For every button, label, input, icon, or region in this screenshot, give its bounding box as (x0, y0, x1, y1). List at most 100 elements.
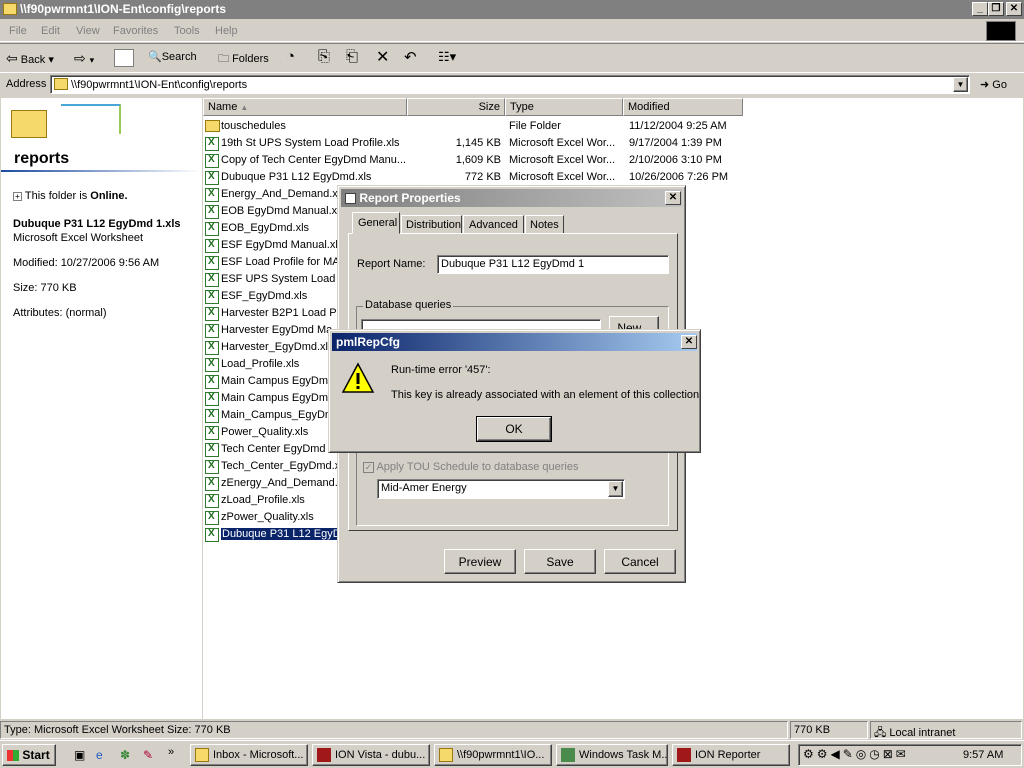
file-row[interactable]: 19th St UPS System Load Profile.xls 1,145… (203, 135, 1023, 152)
tray-icons[interactable]: ⚙⚙◀✎◎◷⊠✉ (803, 747, 909, 761)
search-button[interactable]: 🔍Search (148, 50, 197, 63)
undo-icon[interactable]: ↶ (404, 48, 417, 66)
excel-file-icon (205, 460, 219, 474)
task-ion-vista[interactable]: ION Vista - dubu... (312, 744, 430, 766)
error-dialog-title: pmlRepCfg (336, 335, 400, 349)
folder-icon (439, 748, 453, 762)
task-explorer[interactable]: \\f90pwrmnt1\IO... (434, 744, 552, 766)
copy-to-icon[interactable]: ⎗ (346, 48, 358, 65)
file-row[interactable]: touschedules File Folder 11/12/2004 9:25 A… (203, 118, 1023, 135)
file-name: Main_Campus_EgyDm (221, 409, 335, 421)
report-name-label: Report Name: (357, 258, 426, 270)
decorative-squares (61, 104, 121, 134)
excel-file-icon (205, 341, 219, 355)
folders-button[interactable]: 🗀 Folders (218, 50, 269, 69)
file-name: ESF_EgyDmd.xls (221, 290, 308, 302)
folders-icon: 🗀 (218, 53, 229, 65)
address-input[interactable]: \\f90pwrmnt1\ION-Ent\config\reports ▼ (50, 75, 970, 94)
excel-file-icon (205, 409, 219, 423)
column-header-type[interactable]: Type (505, 98, 623, 116)
file-name: 19th St UPS System Load Profile.xls (221, 137, 400, 149)
show-desktop-icon[interactable]: ▣ (74, 748, 85, 762)
chevron-down-icon[interactable]: ▼ (608, 481, 623, 497)
file-name: EOB_EgyDmd.xls (221, 222, 310, 234)
error-dialog-title-bar[interactable]: pmlRepCfg (332, 333, 697, 351)
app-quicklaunch-icon[interactable]: ✽ (120, 748, 130, 762)
delete-icon[interactable]: ✕ (376, 47, 389, 67)
ok-button[interactable]: OK (476, 416, 552, 442)
file-modified: 10/26/2006 7:26 PM (629, 171, 729, 183)
more-chevron-icon[interactable]: » (168, 746, 174, 758)
cancel-button[interactable]: Cancel (604, 549, 676, 574)
selected-file-name: Dubuque P31 L12 EgyDmd 1.xls (13, 218, 181, 230)
maximize-button[interactable]: ❐ (988, 2, 1004, 16)
file-name: ESF Load Profile for MA (221, 256, 340, 268)
forward-button[interactable]: ⇨ ▾ (74, 50, 94, 67)
report-dialog-close-button[interactable]: ✕ (665, 191, 681, 205)
views-icon[interactable]: ☷▾ (438, 49, 456, 65)
web-view-pane: reports + This folder is Online. Dubuque… (1, 98, 202, 719)
task-manager-icon (561, 748, 575, 762)
minimize-button[interactable]: _ (972, 2, 988, 16)
tou-checkbox[interactable]: ✓ Apply TOU Schedule to database queries (363, 461, 578, 473)
expand-icon[interactable]: + (13, 192, 22, 201)
file-type: Microsoft Excel Wor... (509, 137, 616, 149)
start-button[interactable]: Start (2, 744, 56, 766)
menu-file[interactable]: File (9, 25, 27, 37)
task-task-manager[interactable]: Windows Task M... (556, 744, 668, 766)
tab-advanced[interactable]: Advanced (463, 215, 524, 234)
file-row[interactable]: Copy of Tech Center EgyDmd Manu... 1,609 … (203, 152, 1023, 169)
close-button[interactable]: ✕ (1006, 2, 1022, 16)
taskbar: Start ▣ e ✽ ✎ » Inbox - Microsoft... ION… (0, 740, 1024, 768)
task-inbox[interactable]: Inbox - Microsoft... (190, 744, 308, 766)
preview-button[interactable]: Preview (444, 549, 516, 574)
back-button[interactable]: ⇦ Back ▾ (6, 50, 54, 67)
menu-help[interactable]: Help (215, 25, 238, 37)
tou-schedule-select[interactable]: Mid-Amer Energy ▼ (377, 479, 625, 499)
column-header-size[interactable]: Size (407, 98, 505, 116)
column-header-modified[interactable]: Modified (623, 98, 743, 116)
address-dropdown-button[interactable]: ▼ (953, 77, 968, 92)
file-row[interactable]: Dubuque P31 L12 EgyDmd.xls 772 KB Microsof… (203, 169, 1023, 186)
file-name: Copy of Tech Center EgyDmd Manu... (221, 154, 407, 166)
excel-file-icon (205, 273, 219, 287)
menu-edit[interactable]: Edit (41, 25, 60, 37)
up-folder-icon[interactable] (114, 49, 134, 67)
ie-icon[interactable]: e (96, 748, 103, 762)
file-name: Dubuque P31 L12 EgyDr (221, 528, 346, 540)
tab-notes[interactable]: Notes (525, 215, 564, 234)
move-to-icon[interactable]: ⎘ (318, 48, 330, 65)
checkbox-checked-icon: ✓ (363, 461, 374, 473)
menu-tools[interactable]: Tools (174, 25, 200, 37)
app-quicklaunch-icon-2[interactable]: ✎ (143, 748, 153, 762)
history-icon[interactable]: ◔ (286, 48, 295, 65)
menu-favorites[interactable]: Favorites (113, 25, 158, 37)
excel-file-icon (205, 426, 219, 440)
excel-file-icon (205, 528, 219, 542)
status-zone: 🖧 Local intranet (870, 721, 1022, 739)
file-type: Microsoft Excel Wor... (509, 171, 616, 183)
report-name-input[interactable]: Dubuque P31 L12 EgyDmd 1 (437, 255, 669, 274)
error-line-2: This key is already associated with an e… (391, 389, 700, 401)
file-name: ESF EgyDmd Manual.xls (221, 239, 344, 251)
windows-flag-icon (7, 750, 19, 762)
tab-distribution[interactable]: Distribution (401, 215, 462, 234)
file-name: EOB EgyDmd Manual.xls (221, 205, 346, 217)
tab-general[interactable]: General (352, 212, 400, 234)
file-name: Energy_And_Demand.xl (221, 188, 341, 200)
go-button[interactable]: ➜ Go (980, 78, 1007, 91)
title-divider (1, 170, 202, 172)
excel-file-icon (205, 375, 219, 389)
task-ion-reporter[interactable]: ION Reporter (672, 744, 790, 766)
error-dialog: pmlRepCfg ✕ Run-time error '457': This k… (328, 329, 701, 453)
file-type: File Folder (509, 120, 561, 132)
selected-file-type: Microsoft Excel Worksheet (13, 232, 144, 244)
report-dialog-title-bar[interactable]: Report Properties (341, 189, 682, 207)
column-header-name[interactable]: Name ▲ (203, 98, 407, 116)
error-dialog-close-button[interactable]: ✕ (681, 335, 697, 349)
menu-view[interactable]: View (76, 25, 100, 37)
folder-large-icon (11, 110, 47, 138)
save-button[interactable]: Save (524, 549, 596, 574)
file-name: Harvester B2P1 Load Pro (221, 307, 347, 319)
window-title-bar[interactable]: \\f90pwrmnt1\ION-Ent\config\reports _ ❐ … (0, 0, 1024, 19)
